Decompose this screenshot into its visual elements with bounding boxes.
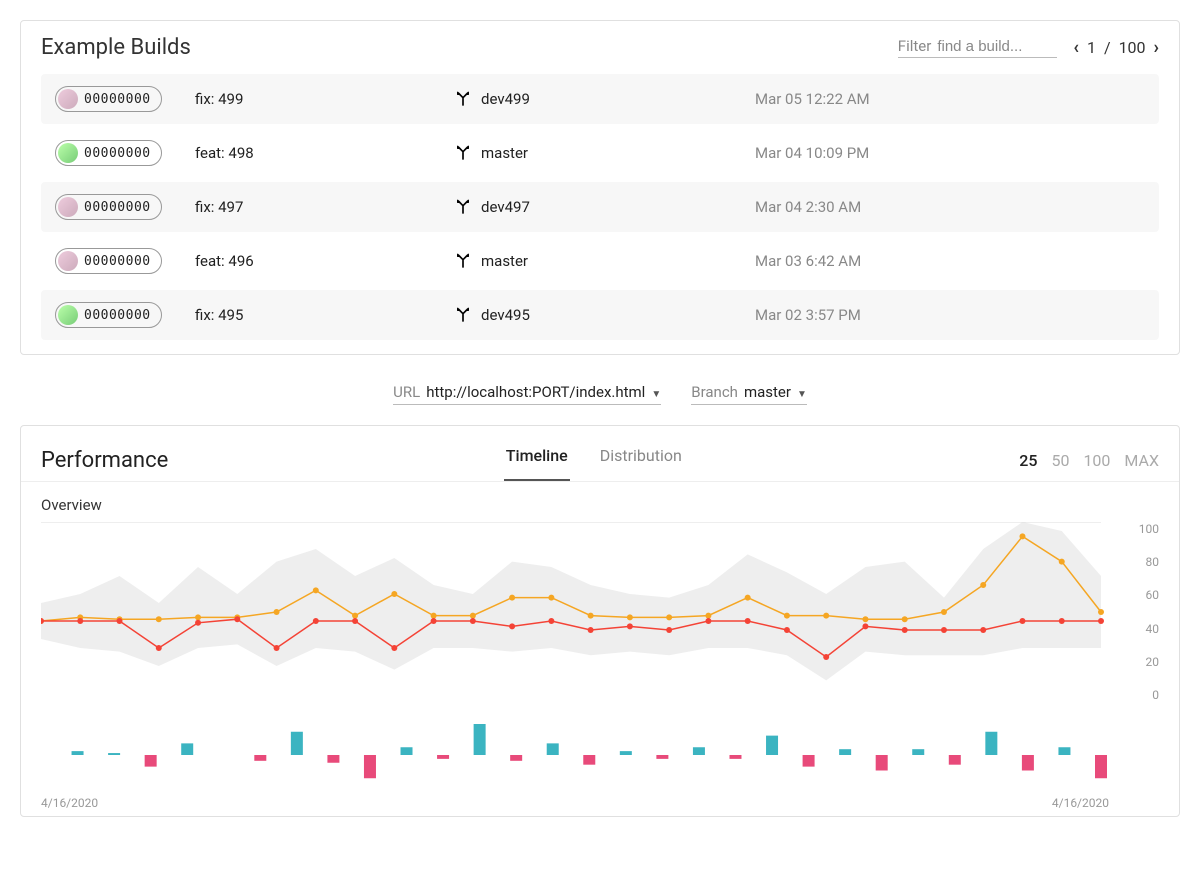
perf-tabs: Timeline Distribution	[504, 440, 684, 481]
branch-selector[interactable]: Branch master ▼	[691, 383, 807, 405]
commit-chip[interactable]: 00000000	[55, 302, 162, 328]
diff-bar-chart	[41, 720, 1141, 790]
col-branch: dev499	[455, 90, 755, 108]
y-tick: 100	[1119, 522, 1159, 536]
branch-label: Branch	[691, 383, 738, 401]
y-tick: 80	[1119, 555, 1159, 569]
performance-card: Performance Timeline Distribution 25 50 10…	[20, 425, 1180, 817]
tab-distribution[interactable]: Distribution	[598, 440, 684, 481]
commit-message: fix: 497	[195, 198, 455, 216]
filter-label: Filter	[898, 37, 932, 55]
range-opt-50[interactable]: 50	[1051, 451, 1069, 470]
commit-message: feat: 496	[195, 252, 455, 270]
build-date: Mar 03 6:42 AM	[755, 252, 1145, 270]
build-row[interactable]: 00000000 fix: 497 dev497 Mar 04 2:30 AM	[41, 182, 1159, 232]
range-opt-25[interactable]: 25	[1019, 451, 1037, 470]
builds-filter-group: Filter ‹ 1 / 100 ›	[898, 37, 1159, 58]
y-tick: 20	[1119, 655, 1159, 669]
build-row[interactable]: 00000000 feat: 498 master Mar 04 10:09 PM	[41, 128, 1159, 178]
col-hash: 00000000	[55, 140, 195, 166]
col-hash: 00000000	[55, 86, 195, 112]
url-label: URL	[393, 383, 420, 401]
branch-icon	[455, 253, 471, 269]
col-hash: 00000000	[55, 194, 195, 220]
branch-name: master	[481, 144, 528, 162]
col-branch: master	[455, 252, 755, 270]
perf-header: Performance Timeline Distribution 25 50 10…	[21, 426, 1179, 481]
avatar-icon	[58, 89, 78, 109]
chevron-left-icon[interactable]: ‹	[1073, 37, 1079, 58]
page-total: 100	[1119, 38, 1146, 57]
tab-timeline[interactable]: Timeline	[504, 440, 570, 481]
caret-down-icon: ▼	[651, 389, 661, 400]
commit-message: feat: 498	[195, 144, 455, 162]
commit-hash: 00000000	[84, 254, 151, 269]
commit-chip[interactable]: 00000000	[55, 86, 162, 112]
page-current: 1	[1087, 38, 1096, 57]
commit-chip[interactable]: 00000000	[55, 140, 162, 166]
avatar-icon	[58, 305, 78, 325]
branch-icon	[455, 145, 471, 161]
branch-name: dev497	[481, 198, 530, 216]
page-sep: /	[1104, 38, 1111, 57]
example-builds-card: Example Builds Filter ‹ 1 / 100 › 000000…	[20, 20, 1180, 355]
build-date: Mar 04 2:30 AM	[755, 198, 1145, 216]
range-options: 25 50 100 MAX	[1019, 451, 1159, 470]
url-value: http://localhost:PORT/index.html	[426, 383, 645, 401]
build-date: Mar 02 3:57 PM	[755, 306, 1145, 324]
builds-title: Example Builds	[41, 35, 191, 60]
col-hash: 00000000	[55, 248, 195, 274]
x-start-date: 4/16/2020	[41, 796, 98, 810]
commit-message: fix: 495	[195, 306, 455, 324]
branch-icon	[455, 199, 471, 215]
col-branch: dev495	[455, 306, 755, 324]
range-opt-100[interactable]: 100	[1083, 451, 1110, 470]
filter-box[interactable]: Filter	[898, 37, 1058, 58]
build-date: Mar 05 12:22 AM	[755, 90, 1145, 108]
commit-chip[interactable]: 00000000	[55, 248, 162, 274]
avatar-icon	[58, 251, 78, 271]
y-axis-ticks: 100 80 60 40 20 0	[1119, 522, 1159, 702]
x-end-date: 4/16/2020	[1052, 796, 1109, 810]
commit-hash: 00000000	[84, 92, 151, 107]
branch-name: dev499	[481, 90, 530, 108]
filter-input[interactable]	[937, 38, 1057, 55]
builds-header: Example Builds Filter ‹ 1 / 100 ›	[21, 21, 1179, 74]
commit-chip[interactable]: 00000000	[55, 194, 162, 220]
url-selector[interactable]: URL http://localhost:PORT/index.html ▼	[393, 383, 661, 405]
avatar-icon	[58, 197, 78, 217]
perf-title: Performance	[41, 448, 168, 473]
chevron-right-icon[interactable]: ›	[1154, 37, 1159, 58]
range-opt-max[interactable]: MAX	[1124, 451, 1159, 470]
overview-label: Overview	[41, 496, 1159, 514]
overview-chart-wrap: 100 80 60 40 20 0	[41, 522, 1159, 702]
y-tick: 0	[1119, 688, 1159, 702]
commit-hash: 00000000	[84, 308, 151, 323]
build-list: 00000000fix: 499dev499Mar 05 12:22 AM000…	[21, 74, 1179, 354]
commit-hash: 00000000	[84, 200, 151, 215]
branch-icon	[455, 307, 471, 323]
col-hash: 00000000	[55, 302, 195, 328]
branch-value: master	[744, 383, 791, 401]
y-tick: 60	[1119, 588, 1159, 602]
col-branch: master	[455, 144, 755, 162]
branch-name: dev495	[481, 306, 530, 324]
build-row[interactable]: 00000000 fix: 495 dev495 Mar 02 3:57 PM	[41, 290, 1159, 340]
commit-message: fix: 499	[195, 90, 455, 108]
perf-body: Overview 100 80 60 40 20 0 4/16/2020 4/16/202…	[21, 481, 1179, 816]
y-tick: 40	[1119, 622, 1159, 636]
commit-hash: 00000000	[84, 146, 151, 161]
overview-line-chart	[41, 522, 1141, 702]
caret-down-icon: ▼	[797, 389, 807, 400]
col-branch: dev497	[455, 198, 755, 216]
x-axis-dates: 4/16/2020 4/16/2020	[41, 790, 1159, 810]
branch-name: master	[481, 252, 528, 270]
pager: ‹ 1 / 100 ›	[1073, 37, 1159, 58]
build-date: Mar 04 10:09 PM	[755, 144, 1145, 162]
build-row[interactable]: 00000000 feat: 496 master Mar 03 6:42 AM	[41, 236, 1159, 286]
branch-icon	[455, 91, 471, 107]
selectors-row: URL http://localhost:PORT/index.html ▼ B…	[20, 371, 1180, 425]
avatar-icon	[58, 143, 78, 163]
build-row[interactable]: 00000000 fix: 499 dev499 Mar 05 12:22 AM	[41, 74, 1159, 124]
